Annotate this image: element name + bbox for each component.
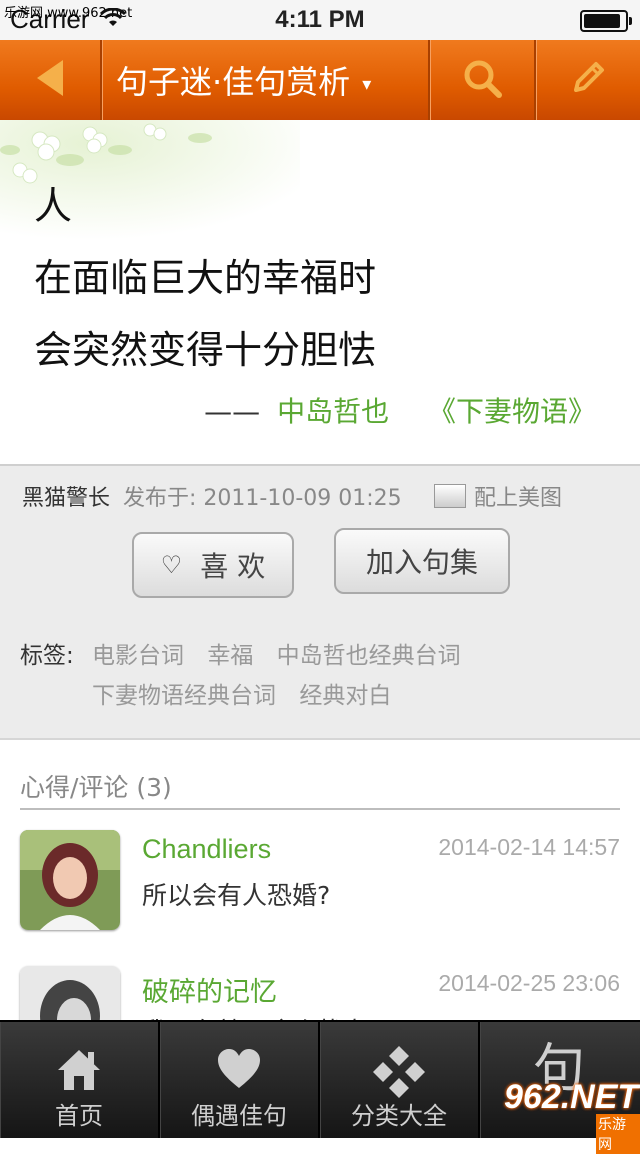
tag-link[interactable]: 电影台词	[92, 643, 184, 669]
divider	[20, 808, 620, 810]
quote-line: 在面临巨大的幸福时	[34, 256, 377, 300]
search-icon	[462, 58, 502, 102]
source-author-link[interactable]: 中岛哲也	[277, 395, 389, 428]
heart-icon	[214, 1044, 264, 1094]
post-author-link[interactable]: 黑猫警长	[22, 486, 110, 511]
tag-link[interactable]: 下妻物语经典台词	[92, 683, 276, 709]
tags-label: 标签:	[20, 643, 74, 669]
post-info-panel: 黑猫警长 发布于: 2011-10-09 01:25 配上美图 ♡ 喜 欢 加入…	[0, 464, 640, 740]
publish-date: 发布于: 2011-10-09 01:25	[123, 486, 402, 511]
comment-author[interactable]: Chandliers	[142, 834, 271, 865]
diamond-grid-icon	[371, 1044, 427, 1098]
tag-link[interactable]: 中岛哲也经典台词	[277, 643, 461, 669]
back-button[interactable]	[0, 40, 100, 120]
heart-outline-icon: ♡	[160, 551, 183, 579]
quote-line: 人	[34, 184, 73, 228]
comment-item[interactable]: Chandliers 2014-02-14 14:57 所以会有人恐婚?	[20, 830, 620, 940]
add-picture-label: 配上美图	[474, 486, 563, 511]
tab-label: 偶遇佳句	[191, 1102, 287, 1130]
chevron-down-icon: ▾	[362, 73, 372, 95]
comment-text: 所以会有人恐婚?	[142, 881, 331, 910]
tab-discover[interactable]: 偶遇佳句	[160, 1022, 320, 1138]
category-dropdown[interactable]: 句子迷·佳句赏析 ▾	[102, 40, 428, 120]
like-button[interactable]: ♡ 喜 欢	[132, 532, 294, 598]
tag-list: 电影台词 幸福 中岛哲也经典台词 下妻物语经典台词 经典对白	[92, 636, 632, 716]
logo-text: 962.NET	[504, 1078, 639, 1116]
image-icon	[434, 484, 466, 508]
source-work-link[interactable]: 《下妻物语》	[428, 395, 596, 428]
edit-button[interactable]	[536, 40, 640, 120]
comments-header: 心得/评论 (3)	[20, 773, 172, 802]
comment-date: 2014-02-14 14:57	[438, 834, 620, 860]
comment-author[interactable]: 破碎的记忆	[142, 970, 277, 1009]
post-meta: 黑猫警长 发布于: 2011-10-09 01:25	[22, 480, 402, 512]
battery-icon	[580, 10, 632, 32]
search-button[interactable]	[430, 40, 534, 120]
comment-date: 2014-02-25 23:06	[438, 970, 620, 996]
avatar[interactable]	[20, 830, 120, 930]
status-bar: Carrier 乐游网 www.962.net 4:11 PM	[0, 0, 640, 40]
tag-link[interactable]: 幸福	[207, 643, 253, 669]
tab-label: 首页	[55, 1102, 103, 1130]
tab-home[interactable]: 首页	[0, 1022, 160, 1138]
quote-card: 人 在面临巨大的幸福时 会突然变得十分胆怯 —— 中岛哲也 《下妻物语》	[0, 120, 640, 464]
tab-label: 分类大全	[351, 1102, 447, 1130]
clock: 4:11 PM	[275, 6, 365, 33]
back-arrow-icon	[33, 58, 67, 102]
page-title: 句子迷·佳句赏析	[116, 63, 351, 101]
watermark-logo: 962.NET 乐游网	[500, 1078, 640, 1154]
add-to-collection-button[interactable]: 加入句集	[334, 528, 510, 594]
navbar: 句子迷·佳句赏析 ▾	[0, 40, 640, 122]
home-icon	[54, 1044, 104, 1094]
source-dash: ——	[204, 395, 261, 428]
like-label: 喜 欢	[200, 550, 266, 583]
tag-link[interactable]: 经典对白	[299, 683, 391, 709]
tab-categories[interactable]: 分类大全	[320, 1022, 480, 1138]
logo-subtext: 乐游网	[596, 1114, 640, 1154]
pencil-icon	[568, 58, 608, 102]
add-picture-link[interactable]: 配上美图	[434, 480, 562, 512]
quote-source: —— 中岛哲也 《下妻物语》	[204, 390, 596, 430]
add-to-collection-label: 加入句集	[365, 546, 478, 579]
quote-line: 会突然变得十分胆怯	[34, 328, 377, 372]
